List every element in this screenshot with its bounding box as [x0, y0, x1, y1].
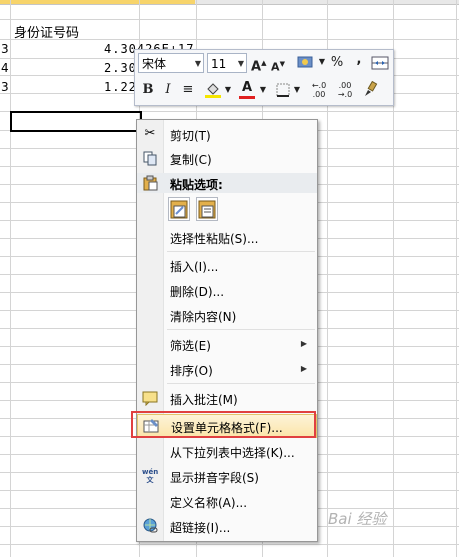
- cell-value[interactable]: 1.22: [104, 80, 137, 94]
- merge-cells-icon: [371, 56, 389, 70]
- active-cell[interactable]: [10, 111, 142, 132]
- submenu-arrow-icon: ▶: [300, 364, 307, 373]
- menu-item-label: 显示拼音字段(S): [170, 471, 259, 485]
- menu-item-label: 删除(D)...: [170, 285, 225, 299]
- menu-item-label: 清除内容(N): [170, 310, 237, 324]
- menu-item-label: 插入批注(M): [170, 393, 238, 407]
- menu-item-label: 选择性粘贴(S)...: [170, 232, 259, 246]
- menu-item-label: 排序(O): [170, 364, 213, 378]
- scissors-icon: ✂: [144, 126, 156, 141]
- menu-item-copy[interactable]: 复制(C): [137, 147, 317, 171]
- cell-value[interactable]: 2.30: [104, 61, 137, 75]
- menu-item-label: 复制(C): [170, 153, 212, 167]
- currency-format-icon: [297, 56, 313, 68]
- menu-item-paste-special[interactable]: 选择性粘贴(S)...: [137, 226, 317, 250]
- format-painter-button[interactable]: [361, 80, 379, 103]
- menu-item-insert-comment[interactable]: 插入批注(M): [137, 387, 317, 411]
- menu-item-clear-contents[interactable]: 清除内容(N): [137, 304, 317, 328]
- paste-button[interactable]: [168, 197, 190, 221]
- menu-item-insert[interactable]: 插入(I)...: [137, 254, 317, 278]
- menu-item-filter[interactable]: 筛选(E) ▶: [137, 333, 317, 357]
- fill-color-button[interactable]: [204, 81, 222, 105]
- menu-item-label: 筛选(E): [170, 339, 211, 353]
- chevron-down-icon: ▼: [194, 59, 201, 68]
- context-menu: ✂ 剪切(T) 复制(C) 粘贴选项: 选择性粘贴(S)... 插入(I)...…: [136, 119, 318, 542]
- font-size-value: 11: [211, 57, 227, 71]
- menu-item-cut[interactable]: ✂ 剪切(T): [137, 123, 317, 147]
- paste-values-icon: [198, 200, 216, 219]
- chevron-down-icon: ▼: [237, 59, 244, 68]
- menu-item-delete[interactable]: 删除(D)...: [137, 279, 317, 303]
- menu-separator: [167, 383, 315, 384]
- column-header-id-number[interactable]: 身份证号码: [14, 22, 79, 41]
- menu-item-define-name[interactable]: 定义名称(A)...: [137, 490, 317, 514]
- paste-options-header: 粘贴选项:: [137, 173, 317, 193]
- paste-icon: [170, 200, 188, 219]
- border-icon: [276, 83, 290, 97]
- menu-item-label: 插入(I)...: [170, 260, 219, 274]
- merge-center-button[interactable]: [371, 56, 389, 76]
- menu-item-label: 粘贴选项:: [170, 178, 223, 192]
- menu-item-label: 定义名称(A)...: [170, 496, 248, 510]
- comma-style-button[interactable]: ,: [354, 51, 364, 69]
- menu-item-hyperlink[interactable]: 超链接(I)...: [137, 515, 317, 539]
- paintbrush-icon: [365, 80, 378, 96]
- italic-button[interactable]: I: [161, 81, 175, 99]
- menu-item-label: 剪切(T): [170, 129, 211, 143]
- row-label: 3: [1, 80, 9, 94]
- highlight-annotation-box: [131, 411, 316, 438]
- borders-button[interactable]: [275, 83, 291, 103]
- comment-icon: [142, 390, 158, 407]
- paint-bucket-icon: [205, 83, 221, 98]
- row-label: 3: [1, 42, 9, 56]
- chevron-down-icon[interactable]: ▼: [223, 81, 233, 99]
- hyperlink-icon: [142, 518, 158, 534]
- font-size-select[interactable]: 11 ▼: [207, 53, 247, 73]
- menu-separator: [167, 329, 315, 330]
- increase-decimal-button[interactable]: ←.0 .00: [307, 81, 331, 99]
- selected-column-indicator: [0, 0, 195, 4]
- clipboard-icon: [142, 175, 158, 194]
- mini-toolbar: 宋体 ▼ 11 ▼ A▲ A▼ ▼ % , B I ≡ ▼ A ▼ ▼ ←.0 …: [134, 49, 394, 106]
- shrink-font-button[interactable]: A▼: [271, 55, 285, 77]
- phonetic-icon: wén 文: [142, 468, 159, 484]
- chevron-down-icon[interactable]: ▼: [317, 53, 327, 71]
- font-name-select[interactable]: 宋体 ▼: [138, 53, 204, 73]
- submenu-arrow-icon: ▶: [300, 339, 307, 348]
- center-align-button[interactable]: ≡: [181, 81, 195, 99]
- shrink-font-icon: A: [271, 60, 280, 74]
- chevron-down-icon[interactable]: ▼: [258, 81, 268, 99]
- menu-separator: [167, 251, 315, 252]
- grow-font-icon: A: [251, 59, 262, 75]
- copy-icon: [142, 150, 158, 166]
- percent-button[interactable]: %: [330, 54, 344, 72]
- decrease-decimal-button[interactable]: .00 →.0: [333, 81, 357, 99]
- number-format-button[interactable]: [295, 55, 317, 75]
- menu-item-label: 超链接(I)...: [170, 521, 231, 535]
- row-label: 4: [1, 61, 9, 75]
- chevron-down-icon[interactable]: ▼: [292, 81, 302, 99]
- paste-values-button[interactable]: [196, 197, 218, 221]
- menu-item-label: 从下拉列表中选择(K)...: [170, 446, 295, 460]
- font-color-icon: A: [241, 80, 253, 95]
- bold-button[interactable]: B: [141, 81, 155, 99]
- column-header-bar: [0, 0, 459, 5]
- menu-item-sort[interactable]: 排序(O) ▶: [137, 358, 317, 382]
- menu-item-show-phonetic[interactable]: wén 文 显示拼音字段(S): [137, 465, 317, 489]
- menu-item-pick-from-list[interactable]: 从下拉列表中选择(K)...: [137, 440, 317, 464]
- grow-font-button[interactable]: A▲: [251, 54, 266, 76]
- watermark: Bai 经验: [328, 510, 387, 528]
- font-color-button[interactable]: A: [238, 79, 256, 99]
- font-name-value: 宋体: [142, 57, 167, 71]
